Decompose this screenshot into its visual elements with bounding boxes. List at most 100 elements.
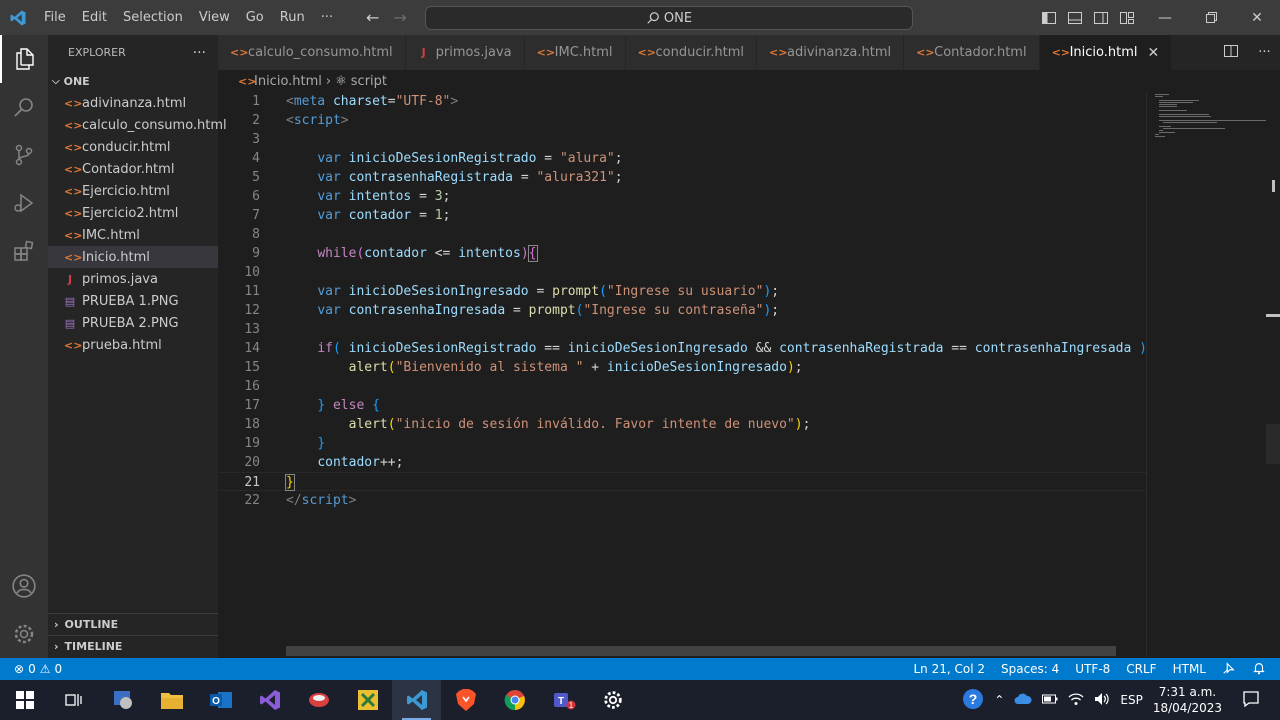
tab-contador-html[interactable]: <> Contador.html [904,35,1040,70]
encoding[interactable]: UTF-8 [1075,662,1110,676]
code-line[interactable]: 9 while(contador <= intentos){ [218,244,1146,263]
timeline-section[interactable]: › TIMELINE [48,635,218,657]
chevron-up-icon[interactable]: ⌃ [994,693,1004,707]
code-line[interactable]: 3 [218,130,1146,149]
menu-selection[interactable]: Selection [115,0,191,35]
code-line[interactable]: 14 if( inicioDeSesionRegistrado == inici… [218,339,1162,358]
minimize-button[interactable]: — [1142,0,1188,35]
vscode-taskbar-icon[interactable] [392,680,441,720]
file-item[interactable]: <> adivinanza.html [48,92,218,114]
volume-icon[interactable] [1094,692,1110,709]
source-control-icon[interactable] [0,131,48,179]
forward-arrow-icon[interactable]: → [393,8,406,27]
clock[interactable]: 7:31 a.m. 18/04/2023 [1153,684,1222,716]
code-line[interactable]: 21} [218,472,1146,491]
problems-indicator[interactable]: ⊗ 0 ⚠ 0 [0,662,62,676]
code-line[interactable]: 18 alert("inicio de sesión inválido. Fav… [218,415,1146,434]
onedrive-cloud-icon[interactable] [1014,693,1032,708]
indentation[interactable]: Spaces: 4 [1001,662,1059,676]
code-line[interactable]: 7 var contador = 1; [218,206,1146,225]
menu-file[interactable]: File [36,0,74,35]
file-item[interactable]: <> Inicio.html [48,246,218,268]
tab-calculo-consumo-html[interactable]: <> calculo_consumo.html [218,35,406,70]
battery-icon[interactable] [1042,693,1058,707]
help-icon[interactable]: ? [962,688,984,713]
menu-more[interactable]: ··· [313,0,341,35]
visual-studio-icon[interactable] [245,680,294,720]
file-item[interactable]: ▤ PRUEBA 1.PNG [48,290,218,312]
code-line[interactable]: 16 [218,377,1146,396]
code-line[interactable]: 5 var contrasenhaRegistrada = "alura321"… [218,168,1146,187]
notifications-bell-icon[interactable] [1252,661,1266,678]
customize-layout-icon[interactable] [1118,9,1136,27]
split-editor-icon[interactable] [1223,43,1239,63]
vertical-scrollbar[interactable] [1266,92,1280,658]
settings-gear-icon[interactable] [588,680,637,720]
extensions-icon[interactable] [0,227,48,275]
file-item[interactable]: <> IMC.html [48,224,218,246]
tab-adivinanza-html[interactable]: <> adivinanza.html [757,35,905,70]
file-item[interactable]: ▤ PRUEBA 2.PNG [48,312,218,334]
file-item[interactable]: <> Contador.html [48,158,218,180]
code-line[interactable]: 6 var intentos = 3; [218,187,1146,206]
teams-icon[interactable]: T1 [539,680,588,720]
toggle-primary-sidebar-icon[interactable] [1040,9,1058,27]
code-line[interactable]: 13 [218,320,1146,339]
tab-imc-html[interactable]: <> IMC.html [524,35,626,70]
code-line[interactable]: 20 contador++; [218,453,1146,472]
task-view-icon[interactable] [49,680,98,720]
file-item[interactable]: <> Ejercicio2.html [48,202,218,224]
app-icon[interactable] [98,680,147,720]
explorer-icon[interactable] [0,35,48,83]
menu-edit[interactable]: Edit [74,0,115,35]
file-item[interactable]: <> conducir.html [48,136,218,158]
search-icon[interactable] [0,83,48,131]
code-line[interactable]: 1 <meta charset="UTF-8"> [218,92,1146,111]
cursor-position[interactable]: Ln 21, Col 2 [913,662,985,676]
restore-button[interactable] [1188,0,1234,35]
accounts-icon[interactable] [0,562,48,610]
settings-gear-icon[interactable] [0,610,48,658]
file-item[interactable]: <> calculo_consumo.html [48,114,227,136]
menu-view[interactable]: View [191,0,238,35]
code-line[interactable]: 22 </script> [218,491,1146,510]
folder-one[interactable]: ⌵ ONE [48,70,218,92]
code-line[interactable]: 2 <script> [218,111,1146,130]
wifi-icon[interactable] [1068,692,1084,709]
command-center-search[interactable]: ONE [425,6,913,30]
chrome-icon[interactable] [490,680,539,720]
code-line[interactable]: 10 [218,263,1146,282]
app-icon[interactable] [343,680,392,720]
more-actions-icon[interactable]: ··· [1258,45,1270,60]
horizontal-scrollbar[interactable] [286,646,1116,656]
code-editor[interactable]: 1 <meta charset="UTF-8"> 2 <script> 3 4 var i… [218,92,1163,658]
brave-browser-icon[interactable] [441,680,490,720]
menu-go[interactable]: Go [238,0,272,35]
tab-conducir-html[interactable]: <> conducir.html [625,35,758,70]
code-line[interactable]: 15 alert("Bienvenido al sistema " + inic… [218,358,1146,377]
toggle-secondary-sidebar-icon[interactable] [1092,9,1110,27]
app-icon[interactable] [294,680,343,720]
menu-run[interactable]: Run [272,0,313,35]
file-item[interactable]: <> prueba.html [48,334,218,356]
windows-start-icon[interactable] [0,680,49,720]
outline-section[interactable]: › OUTLINE [48,613,218,635]
breadcrumb-file[interactable]: Inicio.html [254,74,322,89]
input-language[interactable]: ESP [1120,693,1142,707]
breadcrumb-symbol[interactable]: script [351,74,387,89]
end-of-line[interactable]: CRLF [1126,662,1156,676]
tab-inicio-html[interactable]: <> Inicio.html ✕ [1039,35,1173,70]
minimap[interactable] [1146,92,1269,658]
notification-center-icon[interactable] [1242,690,1260,711]
language-mode[interactable]: HTML [1173,662,1206,676]
code-line[interactable]: 8 [218,225,1146,244]
tab-primos-java[interactable]: Jprimos.java [405,35,525,70]
code-line[interactable]: 12 var contrasenhaIngresada = prompt("In… [218,301,1146,320]
close-icon[interactable]: ✕ [1148,45,1160,61]
file-item[interactable]: <> Ejercicio.html [48,180,218,202]
run-debug-icon[interactable] [0,179,48,227]
toggle-panel-icon[interactable] [1066,9,1084,27]
back-arrow-icon[interactable]: ← [366,8,379,27]
code-line[interactable]: 4 var inicioDeSesionRegistrado = "alura"… [218,149,1146,168]
code-line[interactable]: 17 } else { [218,396,1146,415]
